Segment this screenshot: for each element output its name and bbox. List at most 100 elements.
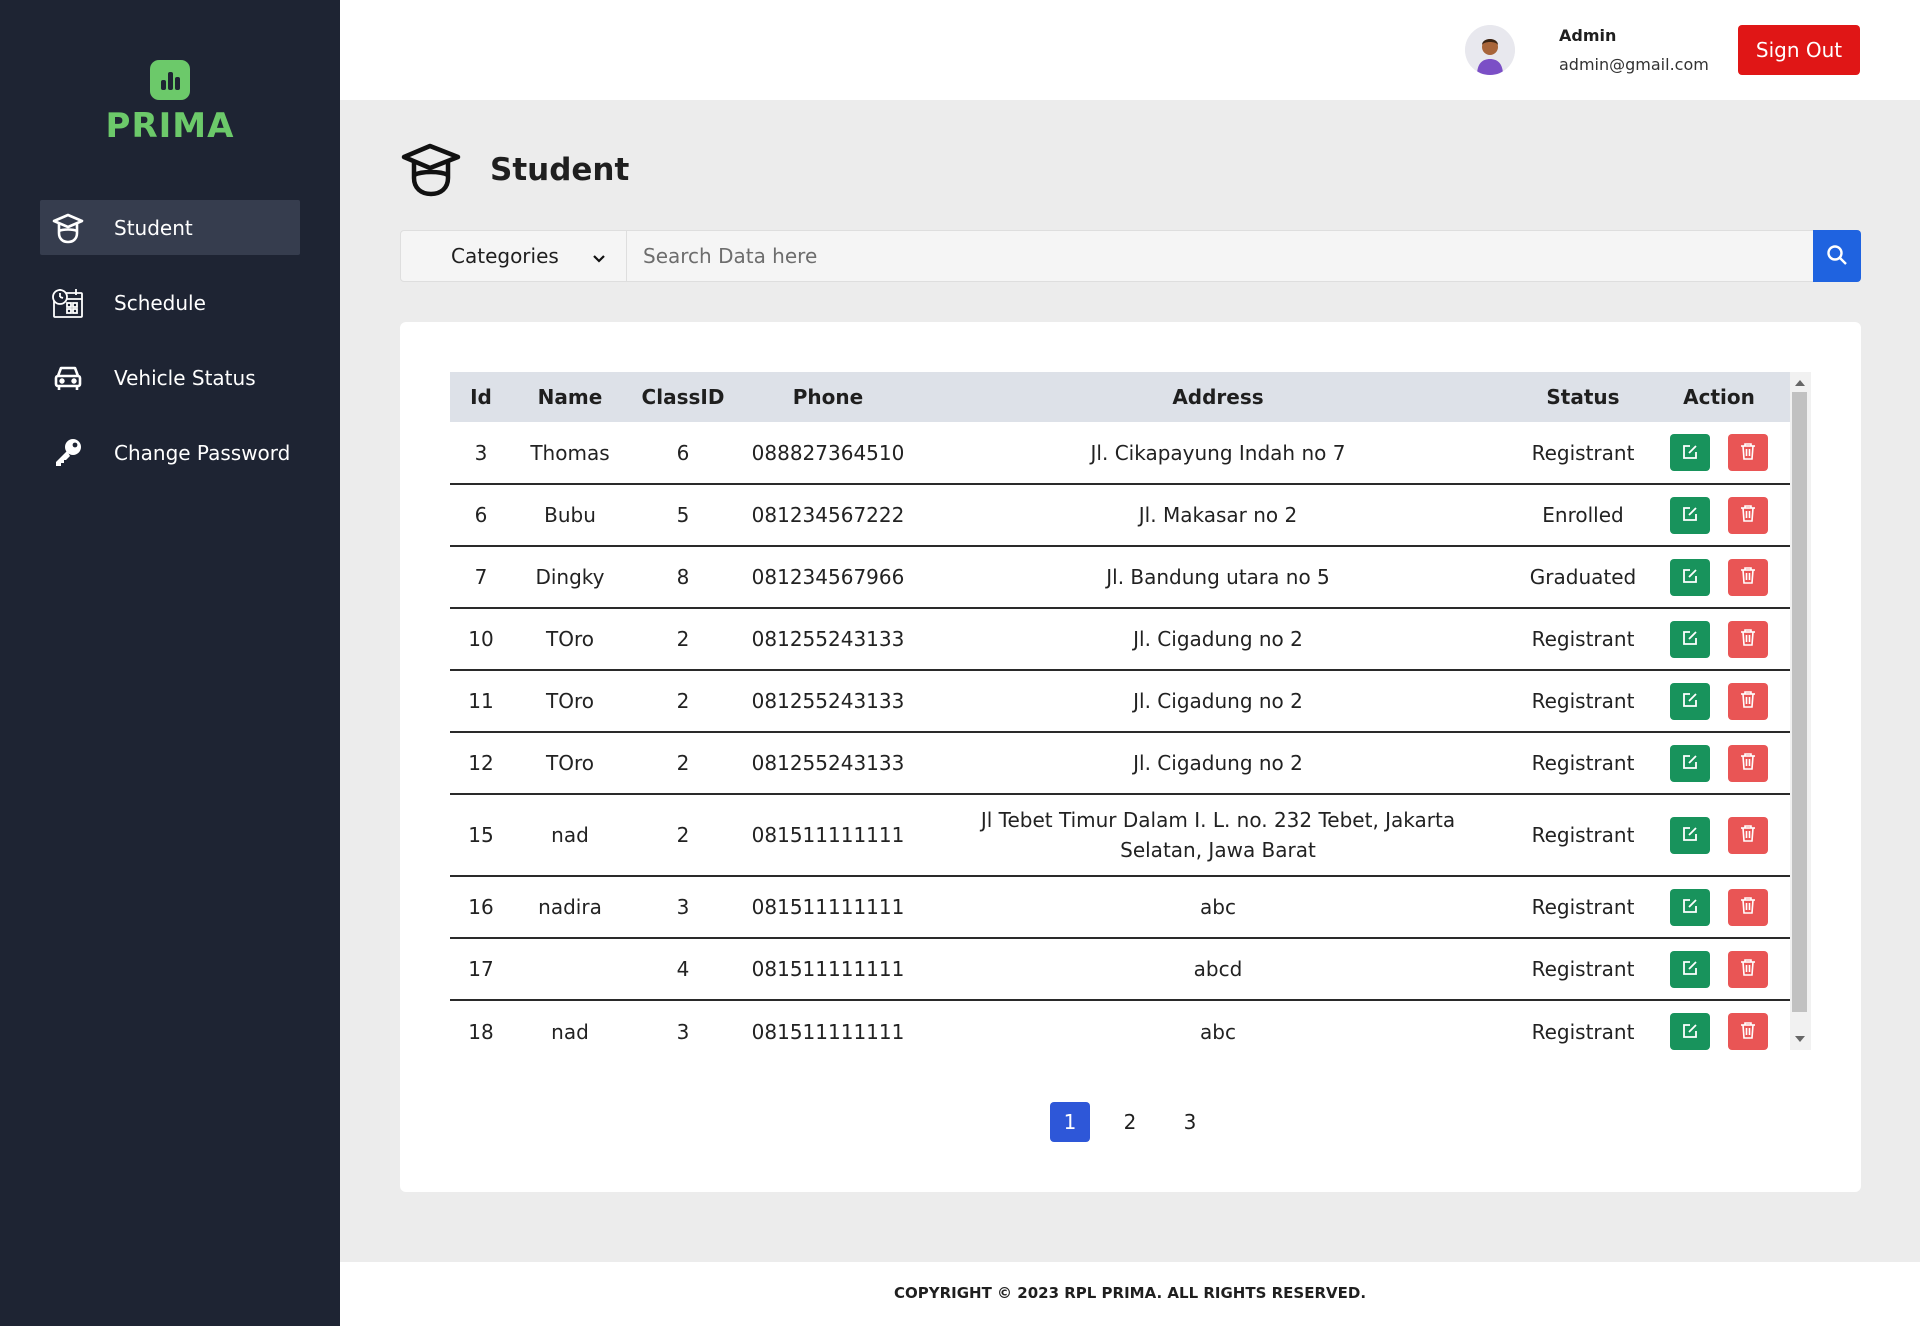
delete-button[interactable] — [1728, 558, 1768, 596]
categories-dropdown[interactable]: Categories — [401, 231, 627, 281]
trash-icon — [1740, 957, 1756, 981]
cell-name: nadira — [512, 876, 628, 939]
delete-button[interactable] — [1728, 434, 1768, 471]
students-table: Id Name ClassID Phone Address Status Act… — [450, 372, 1790, 1050]
table-row: 10 TOro 2 081255243133 Jl. Cigadung no 2 Regi… — [450, 608, 1790, 671]
sidebar-item-label: Vehicle Status — [114, 365, 256, 390]
scrollbar-thumb[interactable] — [1792, 392, 1807, 1012]
cell-address: Jl. Makasar no 2 — [918, 484, 1518, 547]
cell-address: Jl Tebet Timur Dalam I. L. no. 232 Tebet… — [918, 794, 1518, 877]
scroll-up-arrow-icon[interactable] — [1795, 380, 1805, 386]
page-title: Student — [490, 152, 630, 188]
table-row: 18 nad 3 081511111111 abc Registrant — [450, 1000, 1790, 1050]
cell-status: Enrolled — [1518, 484, 1648, 547]
sign-out-button[interactable]: Sign Out — [1738, 25, 1860, 75]
cell-address: abc — [918, 876, 1518, 939]
cell-name: Bubu — [512, 484, 628, 547]
sidebar-item-student[interactable]: Student — [40, 200, 300, 255]
search-icon — [1826, 244, 1848, 269]
graduate-icon — [400, 142, 462, 198]
search-bar: Categories — [400, 230, 1861, 282]
cell-classid: 4 — [628, 938, 738, 1001]
column-header-id: Id — [450, 372, 512, 422]
edit-button[interactable] — [1670, 620, 1710, 658]
delete-button[interactable] — [1728, 496, 1768, 534]
cell-status: Graduated — [1518, 546, 1648, 609]
cell-address: Jl. Bandung utara no 5 — [918, 546, 1518, 609]
cell-name: nad — [512, 794, 628, 877]
edit-button[interactable] — [1670, 496, 1710, 534]
cell-classid: 6 — [628, 422, 738, 485]
cell-id: 12 — [450, 732, 512, 795]
column-header-name: Name — [512, 372, 628, 422]
edit-button[interactable] — [1670, 682, 1710, 720]
user-name: Admin — [1559, 26, 1617, 45]
delete-button[interactable] — [1728, 744, 1768, 782]
edit-button[interactable] — [1670, 744, 1710, 782]
page-1-button[interactable]: 1 — [1050, 1102, 1090, 1142]
delete-button[interactable] — [1728, 620, 1768, 658]
cell-action — [1648, 608, 1790, 671]
cell-id: 11 — [450, 670, 512, 733]
edit-button[interactable] — [1670, 816, 1710, 854]
trash-icon — [1740, 820, 1756, 850]
edit-icon — [1682, 957, 1698, 981]
cell-classid: 5 — [628, 484, 738, 547]
cell-action — [1648, 1000, 1790, 1050]
cell-address: Jl. Cigadung no 2 — [918, 732, 1518, 795]
cell-status: Registrant — [1518, 422, 1648, 485]
cell-action — [1648, 876, 1790, 939]
delete-button[interactable] — [1728, 950, 1768, 988]
sidebar-item-change-password[interactable]: Change Password — [40, 425, 300, 480]
cell-phone: 081255243133 — [738, 670, 918, 733]
page-2-button[interactable]: 2 — [1110, 1102, 1150, 1142]
table-row: 12 TOro 2 081255243133 Jl. Cigadung no 2 Regi… — [450, 732, 1790, 795]
cell-name — [512, 938, 628, 1001]
cell-id: 7 — [450, 546, 512, 609]
sidebar-item-vehicle-status[interactable]: Vehicle Status — [40, 350, 300, 405]
delete-button[interactable] — [1728, 1013, 1768, 1050]
cell-action — [1648, 732, 1790, 795]
edit-button[interactable] — [1670, 434, 1710, 471]
edit-button[interactable] — [1670, 1013, 1710, 1050]
sidebar-item-schedule[interactable]: Schedule — [40, 275, 300, 330]
cell-status: Registrant — [1518, 938, 1648, 1001]
trash-icon — [1740, 441, 1756, 465]
cell-action — [1648, 794, 1790, 877]
cell-address: Jl. Cikapayung Indah no 7 — [918, 422, 1518, 485]
cell-id: 16 — [450, 876, 512, 939]
page-3-button[interactable]: 3 — [1170, 1102, 1210, 1142]
cell-address: abc — [1200, 1019, 1236, 1044]
cell-action — [1648, 938, 1790, 1001]
cell-address: Jl. Cigadung no 2 — [918, 608, 1518, 671]
trash-icon — [1740, 1020, 1756, 1044]
search-button[interactable] — [1813, 230, 1861, 282]
cell-phone: 088827364510 — [738, 422, 918, 485]
delete-button[interactable] — [1728, 888, 1768, 926]
cell-name: Dingky — [512, 546, 628, 609]
table-header-row: Id Name ClassID Phone Address Status Act… — [450, 372, 1790, 422]
cell-status: Registrant — [1518, 670, 1648, 733]
table-scroll-area[interactable]: Id Name ClassID Phone Address Status Act… — [450, 372, 1811, 1050]
column-header-phone: Phone — [738, 372, 918, 422]
search-input[interactable] — [627, 231, 1813, 281]
brand-name: PRIMA — [105, 106, 235, 146]
graduate-icon — [50, 210, 86, 246]
delete-button[interactable] — [1728, 816, 1768, 854]
avatar[interactable] — [1465, 25, 1515, 75]
table-scrollbar[interactable] — [1790, 372, 1811, 1050]
scroll-down-arrow-icon[interactable] — [1795, 1036, 1805, 1042]
copyright-text: COPYRIGHT © 2023 RPL PRIMA. ALL RIGHTS R… — [893, 1284, 1367, 1302]
edit-button[interactable] — [1670, 558, 1710, 596]
edit-icon — [1682, 895, 1698, 919]
cell-name: TOro — [512, 670, 628, 733]
edit-button[interactable] — [1670, 888, 1710, 926]
user-email: admin@gmail.com — [1559, 55, 1709, 74]
brand-logo[interactable]: PRIMA — [100, 60, 240, 146]
edit-button[interactable] — [1670, 950, 1710, 988]
students-card: Id Name ClassID Phone Address Status Act… — [400, 322, 1861, 1192]
trash-icon — [1740, 689, 1756, 713]
delete-button[interactable] — [1728, 682, 1768, 720]
cell-classid: 3 — [676, 1019, 690, 1044]
cell-id: 18 — [468, 1019, 494, 1044]
